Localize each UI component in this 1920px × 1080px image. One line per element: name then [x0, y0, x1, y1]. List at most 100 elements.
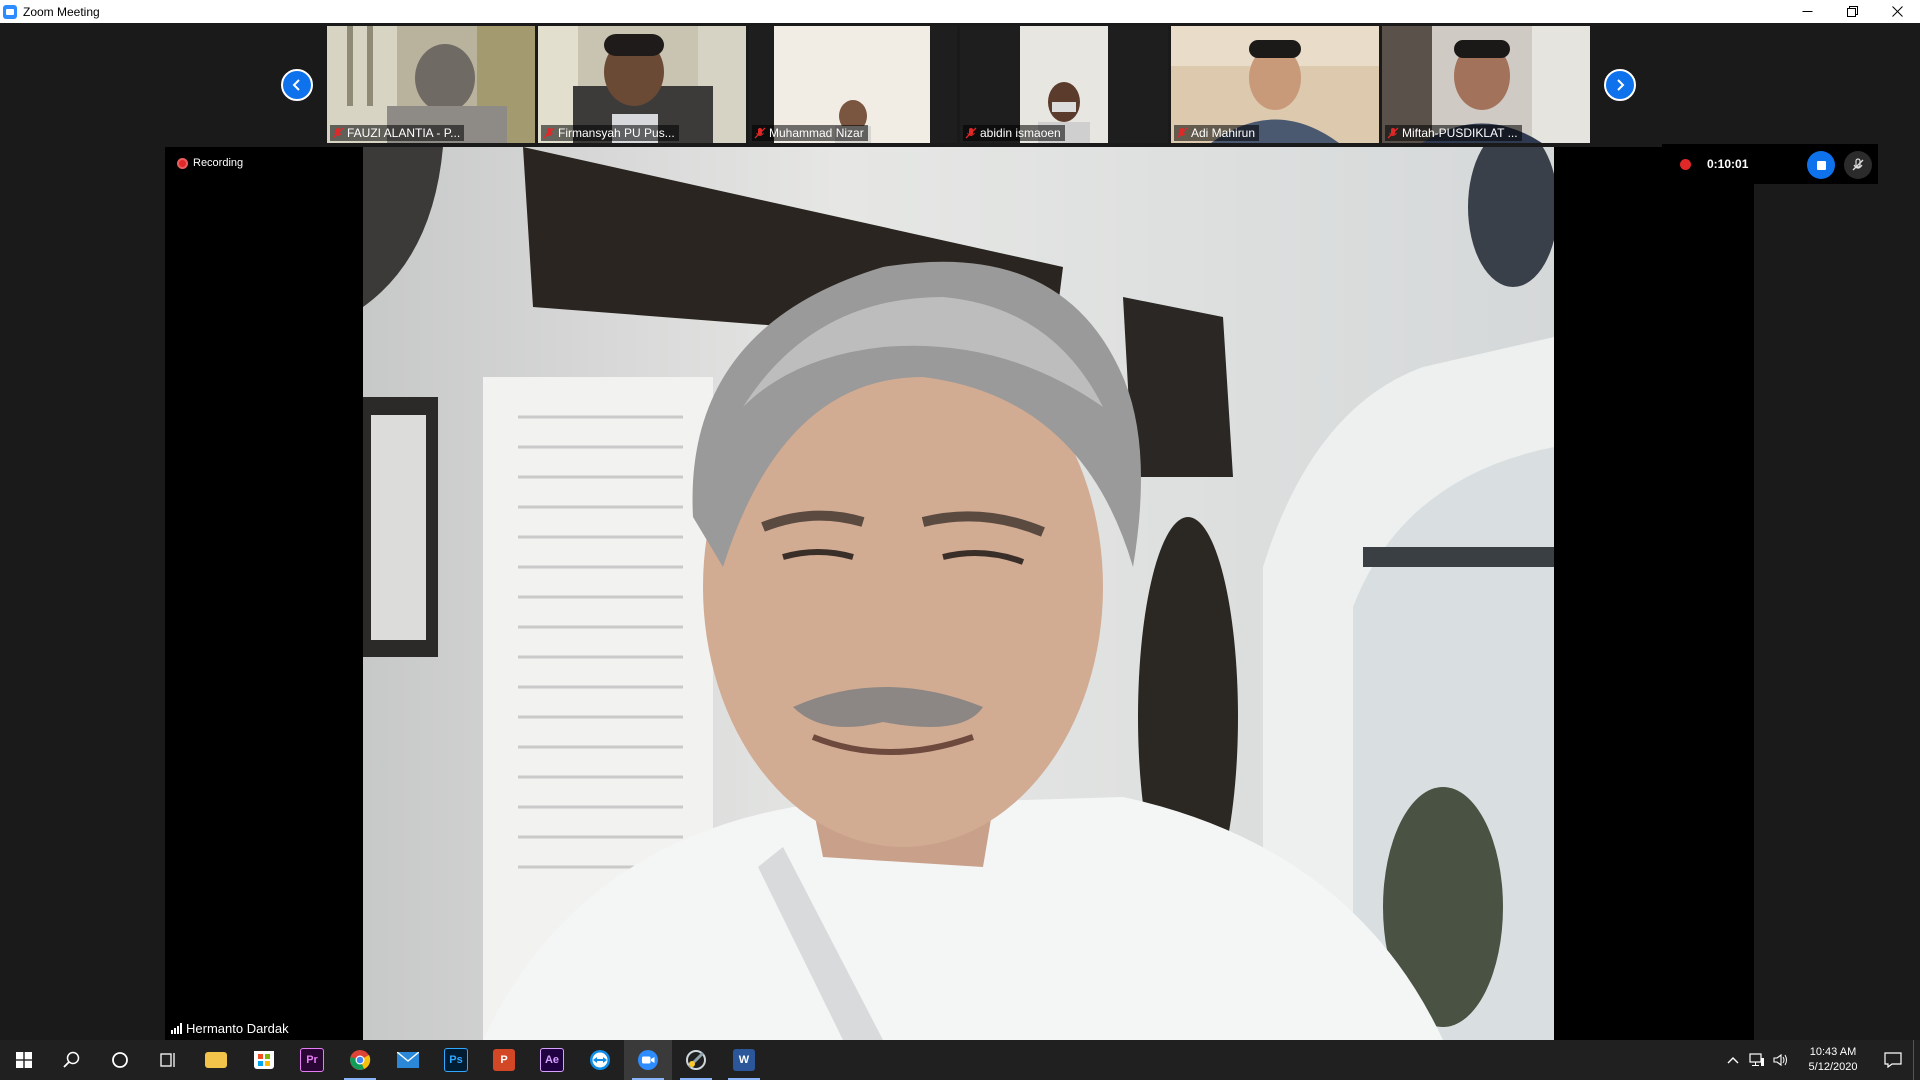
taskbar-snipping-tool[interactable] [672, 1040, 720, 1080]
chrome-icon [350, 1050, 371, 1070]
restore-icon [1847, 6, 1858, 17]
mic-muted-icon [754, 127, 766, 139]
notification-icon [1884, 1052, 1902, 1068]
cortana-icon [112, 1052, 128, 1068]
start-button[interactable] [0, 1040, 48, 1080]
recording-dot-icon [177, 157, 188, 169]
close-button[interactable] [1875, 0, 1920, 23]
show-hidden-icons-button[interactable] [1721, 1040, 1745, 1080]
speaker-icon [1773, 1053, 1787, 1067]
previous-page-button[interactable] [281, 69, 313, 101]
action-center-button[interactable] [1873, 1040, 1913, 1080]
participant-tile[interactable]: FAUZI ALANTIA - P... [327, 26, 535, 143]
folder-icon [205, 1052, 227, 1068]
participant-name: abidin ismaoen [980, 126, 1061, 140]
pause-recording-button[interactable] [1844, 151, 1872, 179]
participant-name: Firmansyah PU Pus... [558, 126, 675, 140]
word-icon: W [733, 1049, 755, 1071]
recording-indicator: Recording [177, 157, 243, 169]
task-view-button[interactable] [144, 1040, 192, 1080]
participant-thumbnails: FAUZI ALANTIA - P... Firmansyah PU Pus..… [327, 26, 1590, 143]
clock-date: 5/12/2020 [1808, 1061, 1858, 1073]
participant-name: Muhammad Nizar [769, 126, 864, 140]
participant-tile[interactable]: Firmansyah PU Pus... [538, 26, 746, 143]
speaker-name-tag: Hermanto Dardak [167, 1018, 295, 1038]
mic-muted-icon [543, 127, 555, 139]
network-button[interactable] [1745, 1040, 1769, 1080]
zoom-icon [638, 1050, 658, 1070]
search-icon [63, 1051, 80, 1068]
recording-timer: 0:10:01 [1707, 157, 1749, 171]
taskbar-premiere[interactable]: Pr [288, 1040, 336, 1080]
participant-tile[interactable]: abidin ismaoen [960, 26, 1168, 143]
mail-icon [397, 1052, 419, 1068]
restore-button[interactable] [1830, 0, 1875, 23]
participant-name-tag: Miftah-PUSDIKLAT ... [1385, 125, 1522, 141]
participant-name: Miftah-PUSDIKLAT ... [1402, 126, 1518, 140]
windows-taskbar: Pr Ps P Ae W 10:43 AM 5/12/2020 [0, 1040, 1920, 1080]
signal-strength-icon [171, 1022, 182, 1034]
window-controls [1785, 0, 1920, 23]
chevron-right-icon [1617, 79, 1625, 91]
windows-logo-icon [16, 1052, 32, 1068]
recording-status-icon [1680, 158, 1691, 170]
participant-name-tag: Firmansyah PU Pus... [541, 125, 679, 141]
taskbar-photoshop[interactable]: Ps [432, 1040, 480, 1080]
volume-button[interactable] [1769, 1040, 1793, 1080]
mic-muted-icon [965, 127, 977, 139]
after-effects-icon: Ae [540, 1048, 564, 1072]
participant-tile[interactable]: Muhammad Nizar [749, 26, 957, 143]
minimize-icon [1802, 11, 1813, 12]
taskbar-powerpoint[interactable]: P [480, 1040, 528, 1080]
taskbar-clock[interactable]: 10:43 AM 5/12/2020 [1797, 1045, 1869, 1075]
participant-name-tag: Muhammad Nizar [752, 125, 868, 141]
window-title-bar: Zoom Meeting [0, 0, 1920, 23]
recording-label: Recording [193, 157, 244, 169]
participant-tile[interactable]: Adi Mahirun [1171, 26, 1379, 143]
taskbar-chrome[interactable] [336, 1040, 384, 1080]
taskbar-mail[interactable] [384, 1040, 432, 1080]
close-icon [1892, 6, 1903, 17]
mic-slash-icon [1852, 158, 1864, 171]
taskbar-file-explorer[interactable] [192, 1040, 240, 1080]
powerpoint-icon: P [493, 1049, 515, 1071]
photoshop-icon: Ps [444, 1048, 468, 1072]
mic-muted-icon [1176, 127, 1188, 139]
mic-muted-icon [332, 127, 344, 139]
speaker-name: Hermanto Dardak [186, 1020, 289, 1036]
system-tray: 10:43 AM 5/12/2020 [1721, 1040, 1920, 1080]
meeting-stage: FAUZI ALANTIA - P... Firmansyah PU Pus..… [0, 23, 1920, 1040]
speaker-video-feed [363, 147, 1554, 1040]
snipping-tool-icon [686, 1050, 706, 1070]
participant-name-tag: FAUZI ALANTIA - P... [330, 125, 465, 141]
participant-name-tag: Adi Mahirun [1174, 125, 1260, 141]
teamviewer-icon [590, 1050, 610, 1070]
taskbar-zoom[interactable] [624, 1040, 672, 1080]
next-page-button[interactable] [1604, 69, 1636, 101]
task-view-icon [160, 1053, 175, 1067]
taskbar-store[interactable] [240, 1040, 288, 1080]
network-icon [1749, 1053, 1764, 1066]
chevron-up-icon [1727, 1057, 1739, 1064]
show-desktop-button[interactable] [1913, 1040, 1920, 1080]
zoom-app-icon [3, 4, 17, 19]
taskbar-word[interactable]: W [720, 1040, 768, 1080]
stop-icon [1816, 160, 1826, 170]
active-speaker-video[interactable]: Recording Hermanto Dardak [165, 147, 1754, 1040]
clock-time: 10:43 AM [1809, 1046, 1857, 1058]
participant-name: Adi Mahirun [1191, 126, 1256, 140]
minimize-button[interactable] [1785, 0, 1830, 23]
mic-muted-icon [1387, 127, 1399, 139]
cortana-button[interactable] [96, 1040, 144, 1080]
participant-tile[interactable]: Miftah-PUSDIKLAT ... [1382, 26, 1590, 143]
recording-controls: 0:10:01 [1662, 144, 1878, 184]
participant-name: FAUZI ALANTIA - P... [347, 126, 461, 140]
taskbar-after-effects[interactable]: Ae [528, 1040, 576, 1080]
store-bag-icon [254, 1051, 274, 1069]
chevron-left-icon [292, 79, 300, 91]
taskbar-teamviewer[interactable] [576, 1040, 624, 1080]
stop-recording-button[interactable] [1807, 151, 1835, 179]
participant-name-tag: abidin ismaoen [963, 125, 1065, 141]
window-title: Zoom Meeting [23, 4, 100, 19]
search-button[interactable] [48, 1040, 96, 1080]
